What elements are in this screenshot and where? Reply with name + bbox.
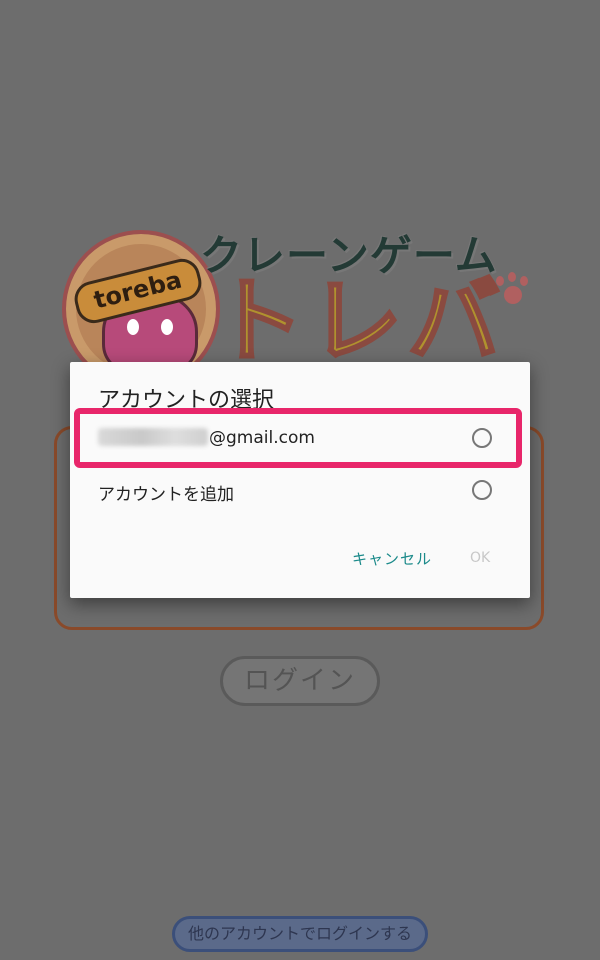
add-account-label: アカウントを追加 (98, 485, 234, 505)
highlight-box (74, 408, 522, 468)
logo-kana: トレバ (210, 268, 507, 375)
ok-button[interactable]: OK (470, 550, 490, 566)
login-button[interactable]: ログイン (220, 656, 380, 706)
radio-button-add-account[interactable] (472, 480, 492, 500)
account-chooser-dialog: アカウントの選択 @gmail.com アカウントを追加 キャンセル OK (70, 362, 530, 598)
paw-icon (496, 272, 530, 312)
toreba-logo: toreba クレーンゲーム トレバ (52, 222, 542, 388)
cancel-button[interactable]: キャンセル (352, 548, 432, 569)
account-option-add[interactable]: アカウントを追加 (70, 466, 530, 518)
other-account-login-button[interactable]: 他のアカウントでログインする (172, 916, 428, 952)
